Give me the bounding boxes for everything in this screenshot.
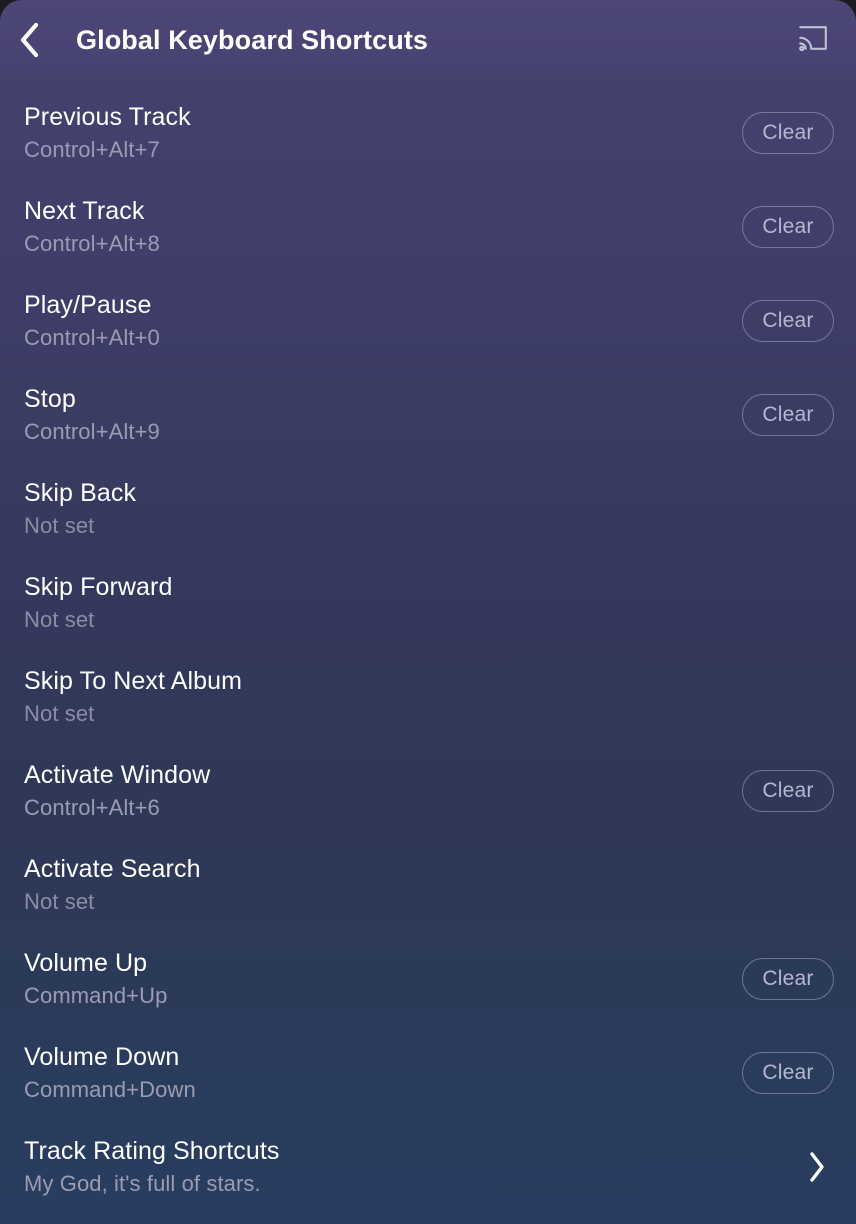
shortcut-row[interactable]: Volume Up Command+Up Clear: [0, 932, 856, 1026]
shortcut-row-text: Activate Search Not set: [24, 855, 762, 916]
shortcut-value: Not set: [24, 889, 95, 915]
shortcut-row[interactable]: Play/Pause Control+Alt+0 Clear: [0, 274, 856, 368]
shortcut-row[interactable]: Previous Track Control+Alt+7 Clear: [0, 86, 856, 180]
clear-button[interactable]: Clear: [742, 300, 834, 342]
shortcut-value: Not set: [24, 701, 95, 727]
shortcut-row-text: Skip Forward Not set: [24, 573, 762, 634]
clear-button[interactable]: Clear: [742, 206, 834, 248]
shortcut-row-action: Clear: [742, 112, 834, 154]
clear-button[interactable]: Clear: [742, 958, 834, 1000]
shortcut-row[interactable]: Next Track Control+Alt+8 Clear: [0, 180, 856, 274]
shortcut-title: Volume Up: [24, 948, 148, 977]
page-title: Global Keyboard Shortcuts: [76, 24, 429, 55]
shortcut-title: Next Track: [24, 196, 145, 225]
shortcut-row[interactable]: Skip Back Not set: [0, 462, 856, 556]
shortcut-row[interactable]: Activate Window Control+Alt+6 Clear: [0, 744, 856, 838]
shortcut-value: Control+Alt+6: [24, 795, 160, 821]
shortcut-row-text: Previous Track Control+Alt+7: [24, 103, 724, 164]
shortcut-value: Control+Alt+9: [24, 419, 160, 445]
shortcut-value: Command+Up: [24, 983, 168, 1009]
shortcut-title: Activate Search: [24, 854, 201, 883]
shortcut-row[interactable]: Track Rating Shortcuts My God, it's full …: [0, 1120, 856, 1214]
shortcut-title: Previous Track: [24, 102, 191, 131]
shortcut-row-action: Clear: [742, 958, 834, 1000]
shortcut-row-action: Clear: [742, 206, 834, 248]
chevron-right-icon[interactable]: [800, 1150, 834, 1184]
shortcut-value: Control+Alt+0: [24, 325, 160, 351]
shortcut-title: Skip Forward: [24, 572, 173, 601]
shortcut-value: Control+Alt+8: [24, 231, 160, 257]
back-chevron-icon: [18, 22, 40, 58]
clear-button[interactable]: Clear: [742, 394, 834, 436]
shortcut-row-text: Skip To Next Album Not set: [24, 667, 762, 728]
shortcut-row-action: Clear: [742, 300, 834, 342]
shortcut-row[interactable]: Volume Down Command+Down Clear: [0, 1026, 856, 1120]
back-button[interactable]: [18, 14, 62, 66]
shortcut-row-text: Track Rating Shortcuts My God, it's full …: [24, 1137, 762, 1198]
clear-button[interactable]: Clear: [742, 1052, 834, 1094]
shortcut-row-text: Skip Back Not set: [24, 479, 762, 540]
shortcut-row[interactable]: Skip Forward Not set: [0, 556, 856, 650]
shortcut-value: Command+Down: [24, 1077, 196, 1103]
shortcut-value: Not set: [24, 513, 95, 539]
shortcut-row[interactable]: Activate Search Not set: [0, 838, 856, 932]
cast-icon: [798, 25, 828, 56]
shortcut-row-text: Play/Pause Control+Alt+0: [24, 291, 724, 352]
shortcut-row-text: Next Track Control+Alt+8: [24, 197, 724, 258]
shortcut-title: Activate Window: [24, 760, 211, 789]
shortcut-row-action: Clear: [742, 394, 834, 436]
shortcut-row-action: [780, 1150, 834, 1184]
shortcut-title: Volume Down: [24, 1042, 180, 1071]
shortcut-row[interactable]: Skip To Next Album Not set: [0, 650, 856, 744]
shortcut-row-text: Volume Up Command+Up: [24, 949, 724, 1010]
shortcut-title: Stop: [24, 384, 76, 413]
shortcuts-list: Previous Track Control+Alt+7 Clear Next Tra…: [0, 80, 856, 1214]
clear-button[interactable]: Clear: [742, 770, 834, 812]
shortcut-title: Skip To Next Album: [24, 666, 243, 695]
shortcut-row[interactable]: Stop Control+Alt+9 Clear: [0, 368, 856, 462]
clear-button[interactable]: Clear: [742, 112, 834, 154]
app-header: Global Keyboard Shortcuts: [0, 0, 856, 80]
shortcut-value: Not set: [24, 607, 95, 633]
cast-button[interactable]: [792, 19, 834, 61]
shortcut-value: My God, it's full of stars.: [24, 1171, 261, 1197]
shortcut-row-text: Volume Down Command+Down: [24, 1043, 724, 1104]
global-keyboard-shortcuts-screen: Global Keyboard Shortcuts Previous Track…: [0, 0, 856, 1224]
shortcut-row-text: Activate Window Control+Alt+6: [24, 761, 724, 822]
shortcut-value: Control+Alt+7: [24, 137, 160, 163]
shortcut-row-action: Clear: [742, 1052, 834, 1094]
shortcut-title: Track Rating Shortcuts: [24, 1136, 280, 1165]
shortcut-title: Play/Pause: [24, 290, 152, 319]
shortcut-row-text: Stop Control+Alt+9: [24, 385, 724, 446]
shortcut-row-action: Clear: [742, 770, 834, 812]
shortcut-title: Skip Back: [24, 478, 137, 507]
